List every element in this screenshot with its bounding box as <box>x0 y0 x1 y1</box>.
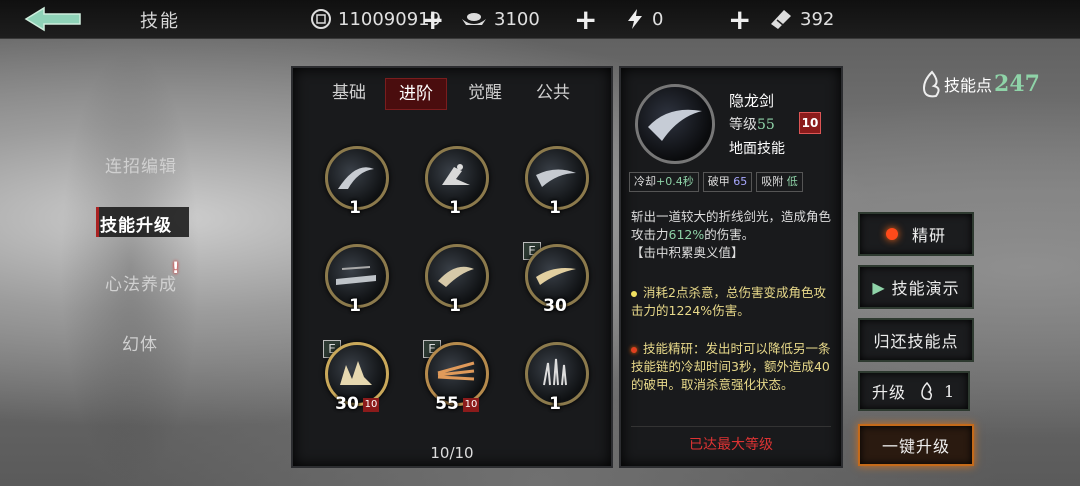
tab-common[interactable]: 公共 <box>523 78 583 108</box>
tab-bar: 基础 进阶 觉醒 公共 <box>293 78 611 110</box>
skill-art-6 <box>536 268 576 285</box>
refine-label: 精研 <box>911 226 946 245</box>
skill-points-value: 247 <box>994 71 1040 97</box>
silver-ingot-icon <box>460 8 488 30</box>
skill-level-label: 等级 <box>729 117 757 133</box>
add-silver-button[interactable]: + <box>574 3 597 36</box>
red-dot-icon <box>631 346 637 353</box>
skill-description: 斩出一道较大的折线剑光，造成角色攻击力612%的伤害。 【击中积累奥义值】 <box>631 208 831 262</box>
play-icon: ▶ <box>872 277 886 297</box>
desc-percent: 612% <box>668 227 705 242</box>
max-level-label: 已达最大等级 <box>689 437 773 453</box>
add-energy-button[interactable]: + <box>728 3 751 36</box>
skill-level-3: 1 <box>549 198 561 218</box>
stat-cooldown-label: 冷却 <box>634 175 656 188</box>
upgrade-button[interactable]: 升级 1 <box>858 371 970 411</box>
flame-small-icon <box>921 382 933 400</box>
flame-icon <box>922 70 940 98</box>
stat-armor-break-label: 破甲 <box>707 175 730 188</box>
skill-art-9 <box>543 358 567 386</box>
note2-text: 技能精研：发出时可以降低另一条技能链的冷却时间3秒，额外造成40的破甲。取消杀意… <box>631 341 831 392</box>
currency-tickets: 392 <box>768 6 834 32</box>
skill-level: 等级55 <box>729 114 775 134</box>
desc-part-3: 【击中积累奥义值】 <box>631 245 744 260</box>
sidebar-item-skill-upgrade[interactable]: 技能升级 <box>100 211 172 236</box>
one-click-label: 一键升级 <box>881 437 950 456</box>
skill-art-8 <box>437 361 475 381</box>
skill-art-7 <box>340 361 372 385</box>
stat-cooldown: 冷却+0.4秒 <box>629 172 699 192</box>
currency-energy: 0 <box>624 6 663 32</box>
skill-level-5: 1 <box>449 296 461 316</box>
skill-points: 技能点 247 <box>920 70 1040 98</box>
top-bar: 技能 110090919 + 3100 + 0 + 392 <box>0 0 1080 39</box>
demo-label: 技能演示 <box>891 279 960 298</box>
refine-button[interactable]: 精研 <box>858 212 974 256</box>
refine-note: 技能精研：发出时可以降低另一条技能链的冷却时间3秒，额外造成40的破甲。取消杀意… <box>631 340 831 394</box>
stat-cooldown-value: +0.4秒 <box>656 175 694 188</box>
skill-detail-panel: 隐龙剑 等级55 10 地面技能 冷却+0.4秒 破甲 65 吸附 低 斩出一道… <box>619 66 843 468</box>
upgrade-label: 升级 <box>872 383 907 402</box>
skill-art-5 <box>438 266 474 287</box>
skill-stats: 冷却+0.4秒 破甲 65 吸附 低 <box>629 172 833 192</box>
skill-art-1 <box>338 167 374 189</box>
refund-points-button[interactable]: 归还技能点 <box>858 318 974 362</box>
skill-level-9: 1 <box>549 394 561 414</box>
tab-basic[interactable]: 基础 <box>319 78 379 108</box>
add-coins-button[interactable]: + <box>421 3 444 36</box>
skill-art-3 <box>536 169 576 187</box>
skill-rank-badge: 10 <box>799 112 821 134</box>
skill-level-value: 55 <box>757 117 775 133</box>
tickets-value: 392 <box>800 8 835 30</box>
skill-level-2: 1 <box>449 198 461 218</box>
coin-icon <box>310 8 332 30</box>
page-title: 技能 <box>140 11 180 32</box>
skill-demo-button[interactable]: ▶ 技能演示 <box>858 265 974 309</box>
skill-level-4: 1 <box>349 296 361 316</box>
skill-level-6: 30 <box>543 296 567 316</box>
selected-skill-icon <box>635 84 715 164</box>
stat-pull-value: 低 <box>786 175 798 188</box>
skill-level-1: 1 <box>349 198 361 218</box>
silver-value: 3100 <box>494 8 540 30</box>
ticket-icon <box>768 8 794 30</box>
refund-label: 归还技能点 <box>873 332 959 351</box>
stat-armor-break: 破甲 65 <box>702 172 753 192</box>
page-indicator: 10/10 <box>430 444 474 462</box>
divider <box>631 426 831 427</box>
skill-points-label: 技能点 <box>944 76 993 95</box>
desc-part-2: 的伤害。 <box>704 227 755 242</box>
yellow-dot-icon <box>631 290 637 297</box>
killing-intent-note: 消耗2点杀意，总伤害变成角色攻击力的1224%伤害。 <box>631 284 831 320</box>
tab-advanced[interactable]: 进阶 <box>385 78 447 110</box>
rank-badge-8: 10 <box>463 398 479 412</box>
alert-badge: ! <box>172 258 180 277</box>
skill-name: 隐龙剑 <box>729 92 775 110</box>
currency-silver: 3100 <box>460 6 540 32</box>
rank-badge-7: 10 <box>363 398 379 412</box>
red-orb-icon <box>885 228 898 240</box>
sidebar-item-mind-method[interactable]: 心法养成 <box>105 270 177 295</box>
skill-grid-panel: 基础 进阶 觉醒 公共 1 1 1 1 1 E 30 E 30 10 E 55 … <box>291 66 613 468</box>
stat-pull: 吸附 低 <box>756 172 803 192</box>
skill-level-8: 55 <box>435 394 459 414</box>
one-click-upgrade-button[interactable]: 一键升级 <box>858 424 974 466</box>
tab-awakening[interactable]: 觉醒 <box>455 78 515 108</box>
skill-art-4 <box>336 266 376 285</box>
note1-text: 消耗2点杀意，总伤害变成角色攻击力的1224%伤害。 <box>631 285 826 318</box>
upgrade-cost: 1 <box>944 381 956 401</box>
stat-armor-break-value: 65 <box>733 175 748 188</box>
sidebar-item-combo-edit[interactable]: 连招编辑 <box>105 152 177 177</box>
skill-level-7: 30 <box>335 394 359 414</box>
sidebar-item-phantom[interactable]: 幻体 <box>122 330 158 355</box>
lightning-icon <box>624 8 646 30</box>
stat-pull-label: 吸附 <box>761 175 784 188</box>
skill-art-2 <box>442 164 470 185</box>
back-arrow-icon[interactable] <box>22 6 84 32</box>
skill-type: 地面技能 <box>729 141 785 157</box>
energy-value: 0 <box>652 8 664 30</box>
